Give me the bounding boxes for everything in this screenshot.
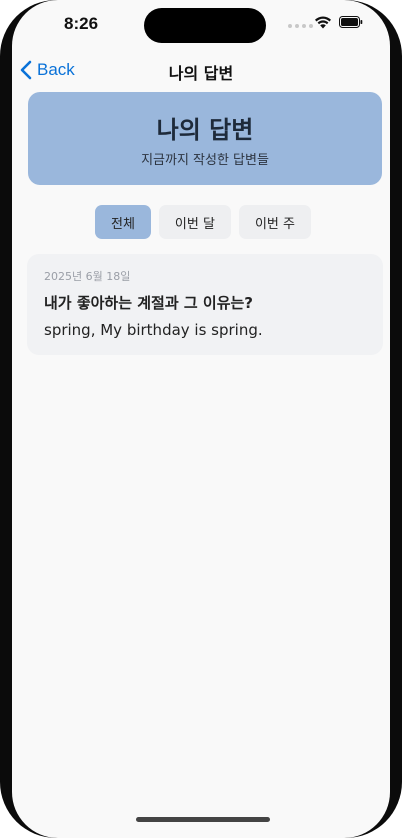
tab-this-week[interactable]: 이번 주 bbox=[238, 205, 311, 239]
cellular-signal-icon bbox=[288, 24, 313, 28]
tab-this-month[interactable]: 이번 달 bbox=[158, 205, 231, 239]
answer-date: 2025년 6월 18일 bbox=[44, 270, 131, 283]
answer-text: spring, My birthday is spring. bbox=[44, 321, 263, 339]
header-banner: 나의 답변 지금까지 작성한 답변들 bbox=[28, 92, 382, 185]
device-frame: 8:26 Back 나의 답변 나의 답변 지금까지 작성한 답변들 전체 이번… bbox=[0, 0, 402, 838]
answer-question: 내가 좋아하는 계절과 그 이유는? bbox=[44, 294, 253, 312]
page-title: 나의 답변 bbox=[156, 116, 254, 144]
screen: 8:26 Back 나의 답변 나의 답변 지금까지 작성한 답변들 전체 이번… bbox=[12, 0, 390, 838]
navigation-bar: Back 나의 답변 bbox=[12, 52, 390, 88]
filter-tabs: 전체 이번 달 이번 주 bbox=[95, 205, 311, 239]
status-time: 8:26 bbox=[64, 14, 99, 33]
page-subtitle: 지금까지 작성한 답변들 bbox=[141, 153, 269, 168]
nav-title: 나의 답변 bbox=[168, 64, 234, 83]
wifi-icon bbox=[315, 16, 331, 29]
home-indicator[interactable] bbox=[136, 817, 270, 822]
answer-card[interactable]: 2025년 6월 18일 내가 좋아하는 계절과 그 이유는? spring, … bbox=[27, 254, 383, 355]
dynamic-island bbox=[144, 8, 266, 43]
status-bar: 8:26 bbox=[12, 0, 390, 52]
tab-all[interactable]: 전체 bbox=[95, 205, 151, 239]
battery-icon bbox=[339, 16, 363, 28]
